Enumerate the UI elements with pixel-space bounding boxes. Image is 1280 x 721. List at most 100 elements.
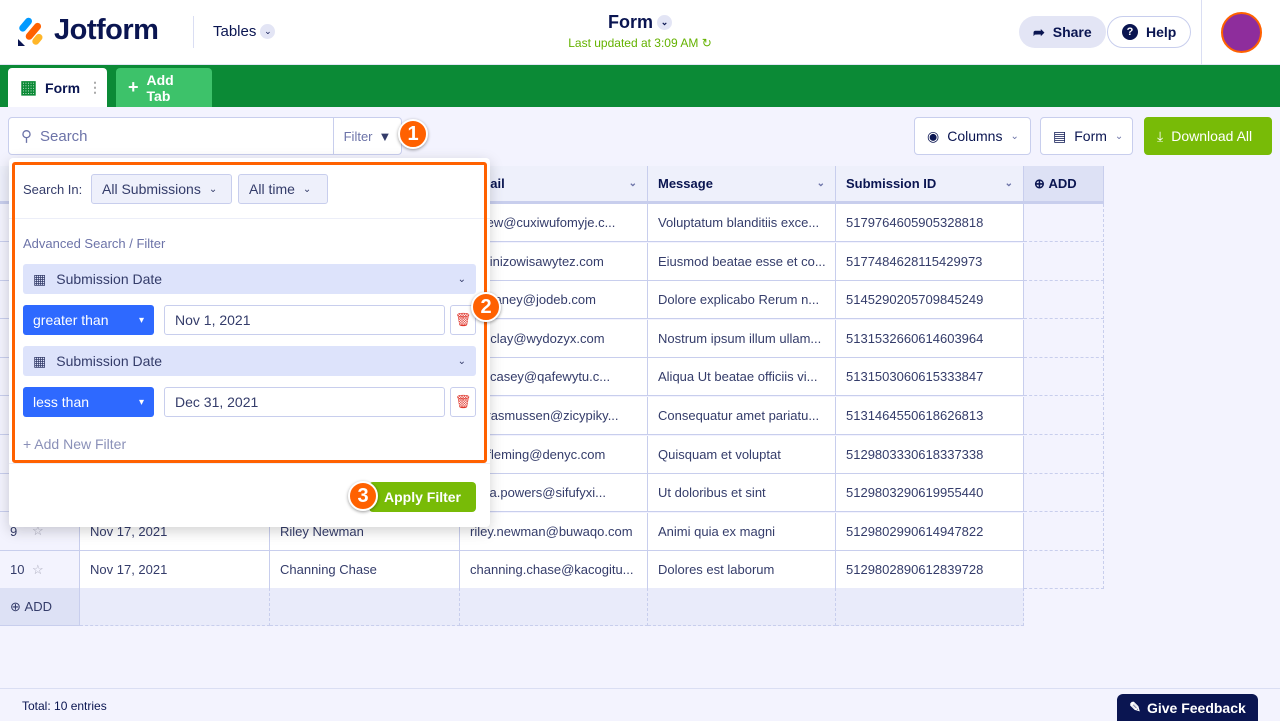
chevron-down-icon: ⌄ xyxy=(302,183,312,195)
chevron-down-icon: ⌄ xyxy=(657,15,672,30)
form-select-label: Form xyxy=(1074,128,1107,144)
tab-form[interactable]: ▦ Form ⋮ xyxy=(8,68,107,107)
empty-cell xyxy=(270,588,460,626)
advanced-label: Advanced Search / Filter xyxy=(23,236,166,251)
form-title[interactable]: Form ⌄ xyxy=(540,12,740,33)
form-select-button[interactable]: ▤ Form ⌄ xyxy=(1040,117,1133,155)
user-avatar[interactable] xyxy=(1221,12,1262,53)
operator-value: less than xyxy=(33,394,90,410)
plus-circle-icon: ⊕ xyxy=(1034,175,1045,191)
step-badge-2: 2 xyxy=(471,292,501,322)
table-cell-id[interactable]: 5129802890612839728 xyxy=(836,551,1024,590)
empty-cell xyxy=(1024,281,1104,320)
add-new-filter-link[interactable]: + Add New Filter xyxy=(23,436,126,452)
empty-cell xyxy=(460,588,648,626)
table-cell-id[interactable]: 5129802990614947822 xyxy=(836,512,1024,551)
chevron-down-icon: ⌄ xyxy=(208,183,218,195)
table-cell-id[interactable]: 5131503060615333847 xyxy=(836,358,1024,397)
empty-cell xyxy=(80,588,270,626)
filter-value-input-2[interactable]: Dec 31, 2021 xyxy=(164,387,445,417)
table-cell-id[interactable]: 5129803330618337338 xyxy=(836,435,1024,474)
column-label: Submission ID xyxy=(846,176,937,191)
empty-cell xyxy=(1024,512,1104,551)
download-icon: ⤓ xyxy=(1157,127,1164,144)
table-cell-id[interactable]: 5131464550618626813 xyxy=(836,397,1024,435)
filter-field-select-2[interactable]: ▦ Submission Date ⌄ xyxy=(23,346,476,376)
table-cell-id[interactable]: 5145290205709845249 xyxy=(836,281,1024,320)
empty-cell xyxy=(648,588,836,626)
table-cell-msg[interactable]: Voluptatum blanditiis exce... xyxy=(648,204,836,242)
brand-name: Jotform xyxy=(54,14,159,46)
delete-filter-button-2[interactable]: 🗑 xyxy=(450,387,476,417)
table-cell-msg[interactable]: Animi quia ex magni xyxy=(648,512,836,551)
table-cell-id[interactable]: 5131532660614603964 xyxy=(836,319,1024,358)
table-cell-id[interactable]: 5129803290619955440 xyxy=(836,474,1024,513)
chevron-down-icon: ⌄ xyxy=(1114,130,1124,142)
column-label: Message xyxy=(658,176,713,191)
feedback-label: Give Feedback xyxy=(1146,699,1246,716)
operator-select-2[interactable]: less than ▾ xyxy=(23,387,154,417)
divider xyxy=(9,463,490,464)
chevron-down-icon[interactable]: ⌄ xyxy=(817,178,825,189)
scope-select[interactable]: All Submissions ⌄ xyxy=(91,174,232,204)
share-button[interactable]: ➦ Share xyxy=(1019,16,1106,48)
jotform-logo-icon xyxy=(18,17,43,46)
chevron-down-icon[interactable]: ⌄ xyxy=(629,178,637,189)
table-cell-id[interactable]: 5177484628115429973 xyxy=(836,242,1024,281)
submission-id-header[interactable]: Submission ID ⌄ xyxy=(836,166,1024,204)
filter-button[interactable]: Filter ▼ xyxy=(333,118,401,154)
refresh-icon[interactable]: ↻ xyxy=(702,36,712,50)
empty-cell xyxy=(1024,435,1104,474)
form-title-block: Form ⌄ Last updated at 3:09 AM ↻ xyxy=(540,12,740,50)
more-options-icon[interactable]: ⋮ xyxy=(88,79,102,96)
search-in-label: Search In: xyxy=(23,182,83,197)
operator-select-1[interactable]: greater than ▾ xyxy=(23,305,154,335)
columns-button[interactable]: ◉ Columns ⌄ xyxy=(914,117,1031,155)
chevron-down-icon[interactable]: ⌄ xyxy=(1005,178,1013,189)
add-row-button[interactable]: ⊕ ADD xyxy=(0,588,80,626)
table-cell-id[interactable]: 5179764605905328818 xyxy=(836,204,1024,242)
table-cell-msg[interactable]: Dolores est laborum xyxy=(648,551,836,590)
calendar-icon: ▦ xyxy=(33,352,47,369)
table-cell-date[interactable]: Nov 17, 2021 xyxy=(80,551,270,590)
add-tab-button[interactable]: + Add Tab xyxy=(116,68,212,107)
step-badge-1: 1 xyxy=(398,119,428,149)
add-column-button[interactable]: ⊕ ADD xyxy=(1024,166,1104,204)
empty-cell xyxy=(1024,474,1104,513)
time-select[interactable]: All time ⌄ xyxy=(238,174,328,204)
search-input[interactable]: ⚲ Search xyxy=(9,118,333,154)
table-cell-n[interactable]: 10 ☆ xyxy=(0,551,80,590)
operator-value: greater than xyxy=(33,312,109,328)
table-cell-msg[interactable]: Dolore explicabo Rerum n... xyxy=(648,281,836,320)
table-cell-msg[interactable]: Eiusmod beatae esse et co... xyxy=(648,242,836,281)
empty-cell xyxy=(1024,551,1104,590)
filter-field-select-1[interactable]: ▦ Submission Date ⌄ xyxy=(23,264,476,294)
help-button[interactable]: ? Help xyxy=(1107,16,1192,48)
help-icon: ? xyxy=(1122,24,1138,40)
empty-cell xyxy=(836,588,1024,626)
table-cell-msg[interactable]: Nostrum ipsum illum ullam... xyxy=(648,319,836,358)
give-feedback-button[interactable]: ✎ Give Feedback xyxy=(1117,694,1258,721)
table-cell-msg[interactable]: Aliqua Ut beatae officiis vi... xyxy=(648,358,836,397)
share-label: Share xyxy=(1052,24,1092,40)
chevron-down-icon: ⌄ xyxy=(1010,130,1019,142)
field-value: Submission Date xyxy=(56,270,163,287)
columns-label: Columns xyxy=(947,128,1003,144)
apply-filter-button[interactable]: Apply Filter xyxy=(369,482,476,512)
filter-value-input-1[interactable]: Nov 1, 2021 xyxy=(164,305,445,335)
jotform-logo[interactable]: Jotform xyxy=(16,14,159,47)
download-all-button[interactable]: ⤓ Download All xyxy=(1144,117,1272,155)
tables-label: Tables xyxy=(213,23,257,40)
tab-form-label: Form xyxy=(45,79,81,96)
table-cell-msg[interactable]: Quisquam et voluptat xyxy=(648,435,836,474)
table-cell-email[interactable]: channing.chase@kacogitu... xyxy=(460,551,648,590)
table-cell-msg[interactable]: Consequatur amet pariatu... xyxy=(648,397,836,435)
table-cell-msg[interactable]: Ut doloribus et sint xyxy=(648,474,836,513)
message-header[interactable]: Message ⌄ xyxy=(648,166,836,204)
empty-cell xyxy=(1024,397,1104,435)
tables-dropdown[interactable]: Tables ⌄ xyxy=(213,23,276,40)
star-icon[interactable]: ☆ xyxy=(32,562,44,578)
top-bar: Jotform Tables ⌄ Form ⌄ Last updated at 3:… xyxy=(0,0,1280,65)
table-cell-name[interactable]: Channing Chase xyxy=(270,551,460,590)
empty-cell xyxy=(1024,358,1104,397)
